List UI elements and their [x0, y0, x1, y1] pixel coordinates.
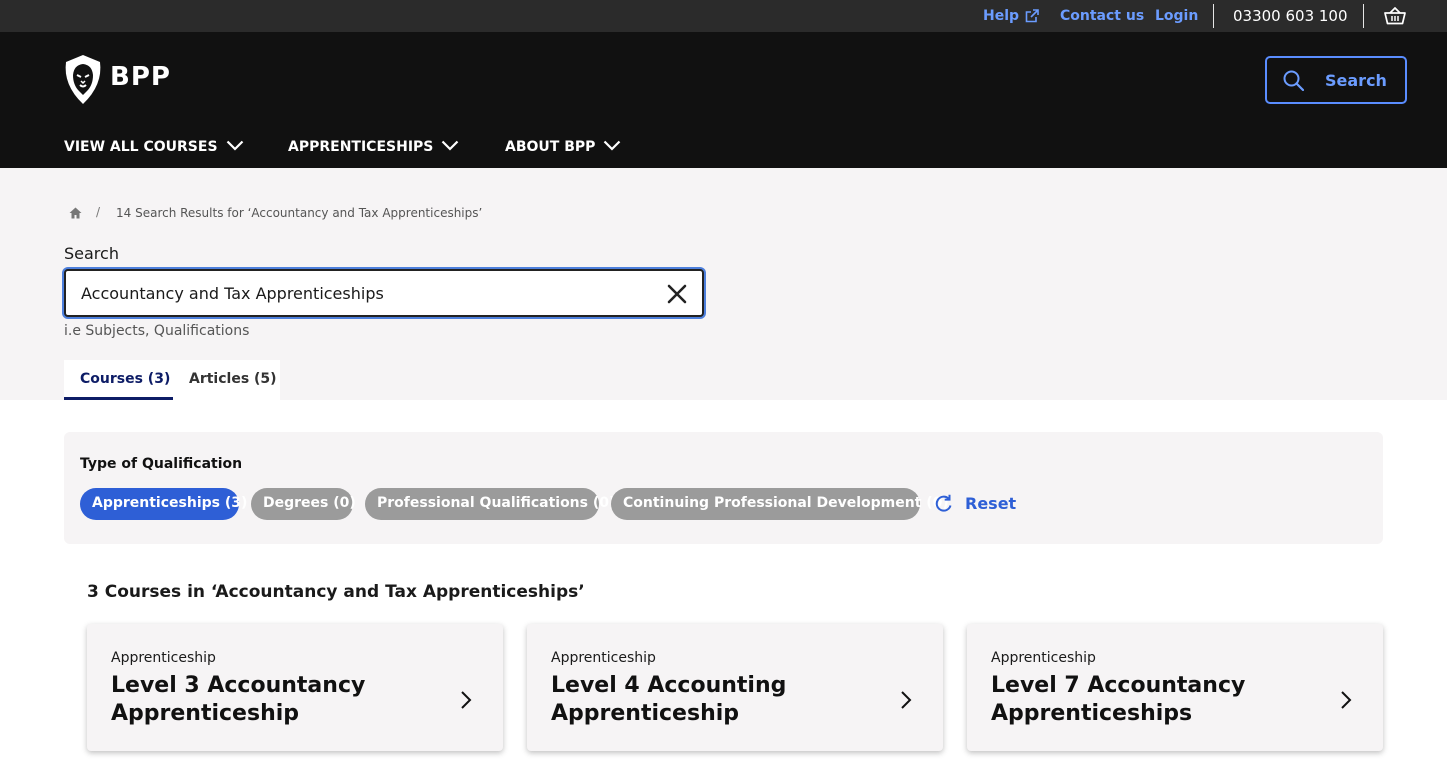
chevron-right-icon	[461, 691, 472, 709]
nav-about-bpp[interactable]: ABOUT BPP	[505, 139, 621, 155]
breadcrumb-separator: /	[96, 205, 101, 219]
tab-articles[interactable]: Articles (5)	[173, 360, 280, 400]
utility-divider	[1213, 4, 1214, 28]
site-header: BPP Search VIEW ALL COURSES APPRENTICESH…	[0, 32, 1447, 168]
chevron-down-icon	[226, 140, 243, 151]
search-icon	[1283, 70, 1304, 91]
course-type: Apprenticeship	[111, 650, 216, 666]
search-hint: i.e Subjects, Qualifications	[64, 323, 250, 339]
breadcrumb-current: 14 Search Results for ‘Accountancy and T…	[116, 206, 483, 220]
filter-chip-professional-qualifications[interactable]: Professional Qualifications (0)	[365, 488, 615, 520]
course-title[interactable]: Level 4 Accounting Apprenticeship	[551, 672, 851, 728]
nav-label: APPRENTICESHIPS	[288, 139, 434, 155]
refresh-icon	[935, 494, 952, 512]
chevron-down-icon	[604, 140, 621, 151]
search-input-value[interactable]: Accountancy and Tax Apprenticeships	[81, 284, 384, 303]
utility-divider	[1363, 4, 1364, 28]
nav-apprenticeships[interactable]: APPRENTICESHIPS	[288, 139, 459, 155]
home-icon[interactable]	[69, 207, 82, 219]
nav-view-all-courses[interactable]: VIEW ALL COURSES	[64, 139, 244, 155]
filter-title: Type of Qualification	[80, 456, 243, 472]
header-search-button[interactable]: Search	[1265, 56, 1407, 104]
course-card[interactable]: Apprenticeship Level 3 Accountancy Appre…	[87, 624, 503, 751]
external-link-icon	[1025, 9, 1039, 23]
nav-label: VIEW ALL COURSES	[64, 139, 218, 155]
course-type: Apprenticeship	[551, 650, 656, 666]
basket-icon[interactable]	[1384, 7, 1406, 25]
phone-number[interactable]: 03300 603 100	[1233, 7, 1348, 25]
contact-us-link[interactable]: Contact us	[1060, 8, 1144, 24]
chevron-right-icon	[901, 691, 912, 709]
search-area: / 14 Search Results for ‘Accountancy and…	[0, 168, 1447, 400]
tab-courses[interactable]: Courses (3)	[64, 360, 173, 400]
lion-shield-icon[interactable]	[63, 55, 103, 104]
filter-panel: Type of Qualification Apprenticeships (3…	[64, 432, 1383, 544]
chevron-right-icon	[1341, 691, 1352, 709]
filter-chip-degrees[interactable]: Degrees (0)	[251, 488, 356, 520]
course-type: Apprenticeship	[991, 650, 1096, 666]
login-link[interactable]: Login	[1155, 8, 1198, 24]
course-title[interactable]: Level 3 Accountancy Apprenticeship	[111, 672, 411, 728]
help-link[interactable]: Help	[983, 8, 1019, 24]
nav-label: ABOUT BPP	[505, 139, 596, 155]
header-search-label: Search	[1325, 71, 1387, 90]
filter-chip-apprenticeships[interactable]: Apprenticeships (3)	[80, 488, 247, 520]
reset-label: Reset	[965, 494, 1017, 513]
results-heading: 3 Courses in ‘Accountancy and Tax Appren…	[87, 582, 585, 602]
search-label: Search	[64, 244, 119, 263]
logo-text[interactable]: BPP	[110, 62, 171, 92]
filter-chip-cpd[interactable]: Continuing Professional Development (0)	[611, 488, 949, 520]
chevron-down-icon	[442, 140, 459, 151]
course-card[interactable]: Apprenticeship Level 7 Accountancy Appre…	[967, 624, 1383, 751]
close-icon[interactable]	[666, 283, 688, 305]
search-input[interactable]: Accountancy and Tax Apprenticeships	[64, 269, 704, 317]
utility-bar: Help Contact us Login 03300 603 100	[0, 0, 1447, 32]
course-card[interactable]: Apprenticeship Level 4 Accounting Appren…	[527, 624, 943, 751]
course-title[interactable]: Level 7 Accountancy Apprenticeships	[991, 672, 1291, 728]
